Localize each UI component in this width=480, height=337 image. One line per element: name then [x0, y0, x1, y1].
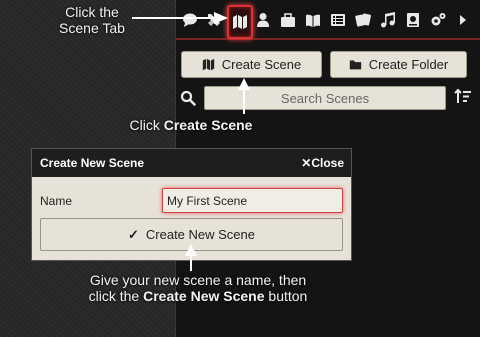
name-hint-line2: click the Create New Scene button: [58, 288, 338, 304]
name-label: Name: [40, 194, 73, 208]
sort-icon[interactable]: [454, 88, 472, 106]
name-hint-prefix: click the: [88, 288, 144, 304]
create-scene-hint: Click Create Scene: [80, 117, 302, 133]
search-icon: [180, 90, 196, 106]
dialog-close-label: Close: [311, 156, 344, 170]
scene-name-input[interactable]: [162, 188, 343, 213]
name-hint-bold: Create New Scene: [143, 288, 265, 304]
journal-icon[interactable]: [303, 9, 323, 31]
create-folder-button[interactable]: Create Folder: [330, 51, 467, 78]
create-new-scene-label: Create New Scene: [145, 227, 256, 242]
actors-icon[interactable]: [253, 9, 273, 31]
create-folder-label: Create Folder: [368, 57, 449, 72]
create-new-scene-arrow: [185, 244, 197, 271]
compendium-icon[interactable]: [403, 9, 423, 31]
tables-icon[interactable]: [328, 9, 348, 31]
cards-icon[interactable]: [353, 9, 373, 31]
dialog-close-button[interactable]: ✕Close: [301, 156, 344, 170]
music-icon[interactable]: [378, 9, 398, 31]
close-icon: ✕: [301, 156, 312, 170]
items-icon[interactable]: [278, 9, 298, 31]
create-scene-button[interactable]: Create Scene: [181, 51, 322, 78]
check-icon: ✓: [127, 226, 139, 242]
create-scene-hint-prefix: Click: [129, 117, 164, 133]
create-scene-hint-bold: Create Scene: [163, 117, 253, 133]
expand-icon[interactable]: [453, 9, 473, 31]
name-hint-suffix: button: [264, 288, 308, 304]
folder-icon: [349, 60, 361, 70]
name-hint: Give your new scene a name, then click t…: [58, 272, 338, 304]
dialog-title: Create New Scene: [40, 156, 145, 170]
scene-tab-arrow: [132, 12, 228, 24]
map-icon: [202, 58, 214, 71]
create-scene-label: Create Scene: [221, 57, 302, 72]
dialog-header: Create New Scene ✕Close: [32, 149, 351, 177]
create-scene-arrow: [238, 78, 250, 114]
map-icon[interactable]: [227, 5, 253, 39]
name-hint-line1: Give your new scene a name, then: [89, 272, 307, 288]
settings-icon[interactable]: [428, 9, 448, 31]
